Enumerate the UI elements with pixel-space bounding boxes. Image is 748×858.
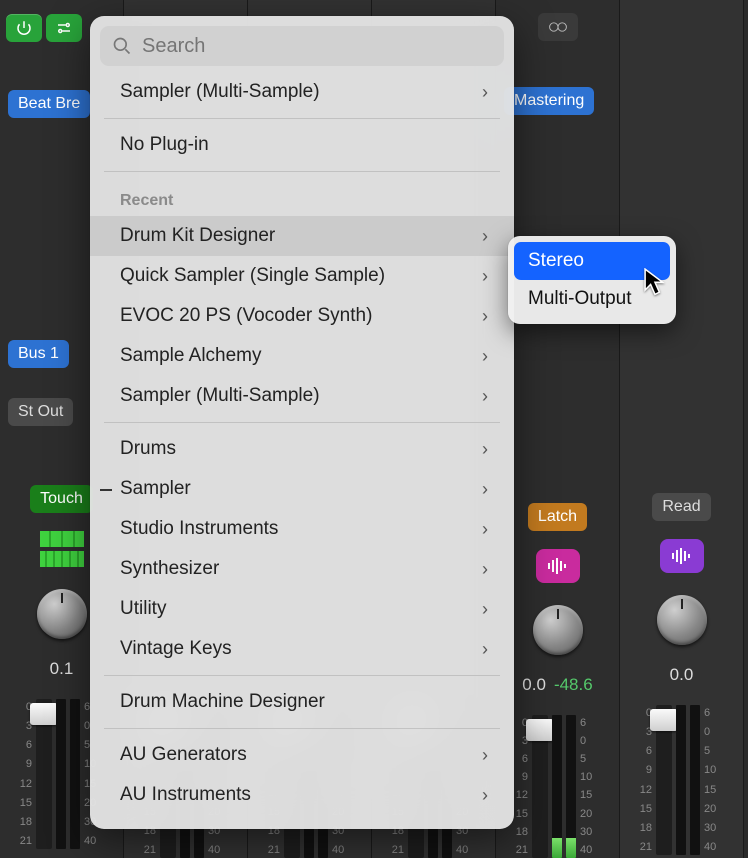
level-meter [552,715,562,858]
level-meter [690,705,700,855]
search-icon [112,36,132,56]
automation-mode[interactable]: Read [652,493,710,521]
pan-value: 0.1 [50,659,74,679]
menu-item-synthesizer[interactable]: Synthesizer › [90,549,514,589]
fader-scale: 036912151821 [630,705,652,855]
send-slot[interactable]: Bus 1 [8,340,69,368]
audio-icon [660,539,704,573]
output-slot[interactable]: St Out [8,398,73,426]
submenu-item-multi-output[interactable]: Multi-Output [514,280,670,318]
menu-item-evoc20ps[interactable]: EVOC 20 PS (Vocoder Synth) › [90,296,514,336]
menu-item-drum-machine-designer[interactable]: Drum Machine Designer [90,682,514,722]
menu-item-label: AU Generators [120,744,247,766]
level-meter [70,699,80,849]
menu-item-label: Drum Kit Designer [120,225,275,247]
midi-activity-icon [40,531,84,567]
menu-item-sampler-multi-recent[interactable]: Sampler (Multi-Sample) › [90,376,514,416]
pan-knob[interactable] [657,595,707,645]
chevron-right-icon: › [482,439,488,460]
channel-strip-5: Read 0.0 036912151821 6051015203040 [620,0,744,858]
pan-knob[interactable] [533,605,583,655]
menu-item-utility[interactable]: Utility › [90,589,514,629]
chevron-right-icon: › [482,82,488,103]
chevron-right-icon: › [482,306,488,327]
menu-item-vintage-keys[interactable]: Vintage Keys › [90,629,514,669]
insert-slot[interactable]: Mastering [504,87,594,115]
chevron-right-icon: › [482,479,488,500]
menu-item-label: AU Instruments [120,784,251,806]
instrument-output-submenu: Stereo Multi-Output [508,236,676,324]
chevron-right-icon: › [482,266,488,287]
level-meter [566,715,576,858]
submenu-item-stereo[interactable]: Stereo [514,242,670,280]
meter-scale: 6051015203040 [704,705,722,855]
insert-slot[interactable]: Beat Bre [8,90,90,118]
chevron-right-icon: › [482,785,488,806]
chevron-right-icon: › [482,559,488,580]
volume-fader[interactable] [656,705,672,855]
chevron-right-icon: › [482,346,488,367]
menu-item-label: Sampler (Multi-Sample) [120,81,320,103]
menu-item-label: Drum Machine Designer [120,691,325,713]
menu-item-label: Drums [120,438,176,460]
search-input[interactable] [142,35,492,58]
menu-item-sampler-multi[interactable]: Sampler (Multi-Sample) › [90,72,514,112]
settings-icon[interactable] [46,14,82,42]
menu-item-label: EVOC 20 PS (Vocoder Synth) [120,305,372,327]
menu-item-au-generators[interactable]: AU Generators › [90,735,514,775]
menu-item-label: Synthesizer [120,558,219,580]
menu-item-label: Vintage Keys [120,638,232,660]
automation-mode[interactable]: Latch [528,503,587,531]
meter-peak: -48.6 [554,675,593,695]
menu-item-drums[interactable]: Drums › [90,429,514,469]
pan-knob[interactable] [37,589,87,639]
menu-item-drum-kit-designer[interactable]: Drum Kit Designer › [90,216,514,256]
automation-mode[interactable]: Touch [30,485,93,513]
chevron-right-icon: › [482,745,488,766]
chevron-right-icon: › [482,519,488,540]
meter-scale: 6051015203040 [580,715,598,858]
menu-item-label: No Plug-in [120,134,209,156]
menu-item-au-instruments[interactable]: AU Instruments › [90,775,514,815]
menu-item-no-plugin[interactable]: No Plug-in [90,125,514,165]
chevron-right-icon: › [482,226,488,247]
level-meter [676,705,686,855]
search-field[interactable] [100,26,504,66]
menu-item-label: Sampler (Multi-Sample) [120,385,320,407]
pan-value: 0.0 [670,665,694,685]
pan-value: 0.0 [522,675,546,695]
menu-item-sample-alchemy[interactable]: Sample Alchemy › [90,336,514,376]
menu-item-label: Sampler [120,478,191,500]
level-meter [56,699,66,849]
stereo-link-icon[interactable] [538,13,578,41]
chevron-right-icon: › [482,599,488,620]
menu-item-studio-instruments[interactable]: Studio Instruments › [90,509,514,549]
menu-item-label: Quick Sampler (Single Sample) [120,265,385,287]
menu-item-quick-sampler[interactable]: Quick Sampler (Single Sample) › [90,256,514,296]
chevron-right-icon: › [482,386,488,407]
audio-icon [536,549,580,583]
menu-item-label: Sample Alchemy [120,345,262,367]
fader-scale: 036912151821 [10,699,32,849]
channel-strip-4: Mastering Latch 0.0 -48.6 036912151821 6… [496,0,620,858]
chevron-right-icon: › [482,639,488,660]
power-icon[interactable] [6,14,42,42]
volume-fader[interactable] [36,699,52,849]
menu-item-label: Studio Instruments [120,518,278,540]
instrument-picker-menu: Sampler (Multi-Sample) › No Plug-in Rece… [90,16,514,829]
volume-fader[interactable] [532,715,548,858]
menu-item-sampler[interactable]: Sampler › [90,469,514,509]
menu-item-label: Utility [120,598,166,620]
menu-section-header: Recent [90,178,514,216]
